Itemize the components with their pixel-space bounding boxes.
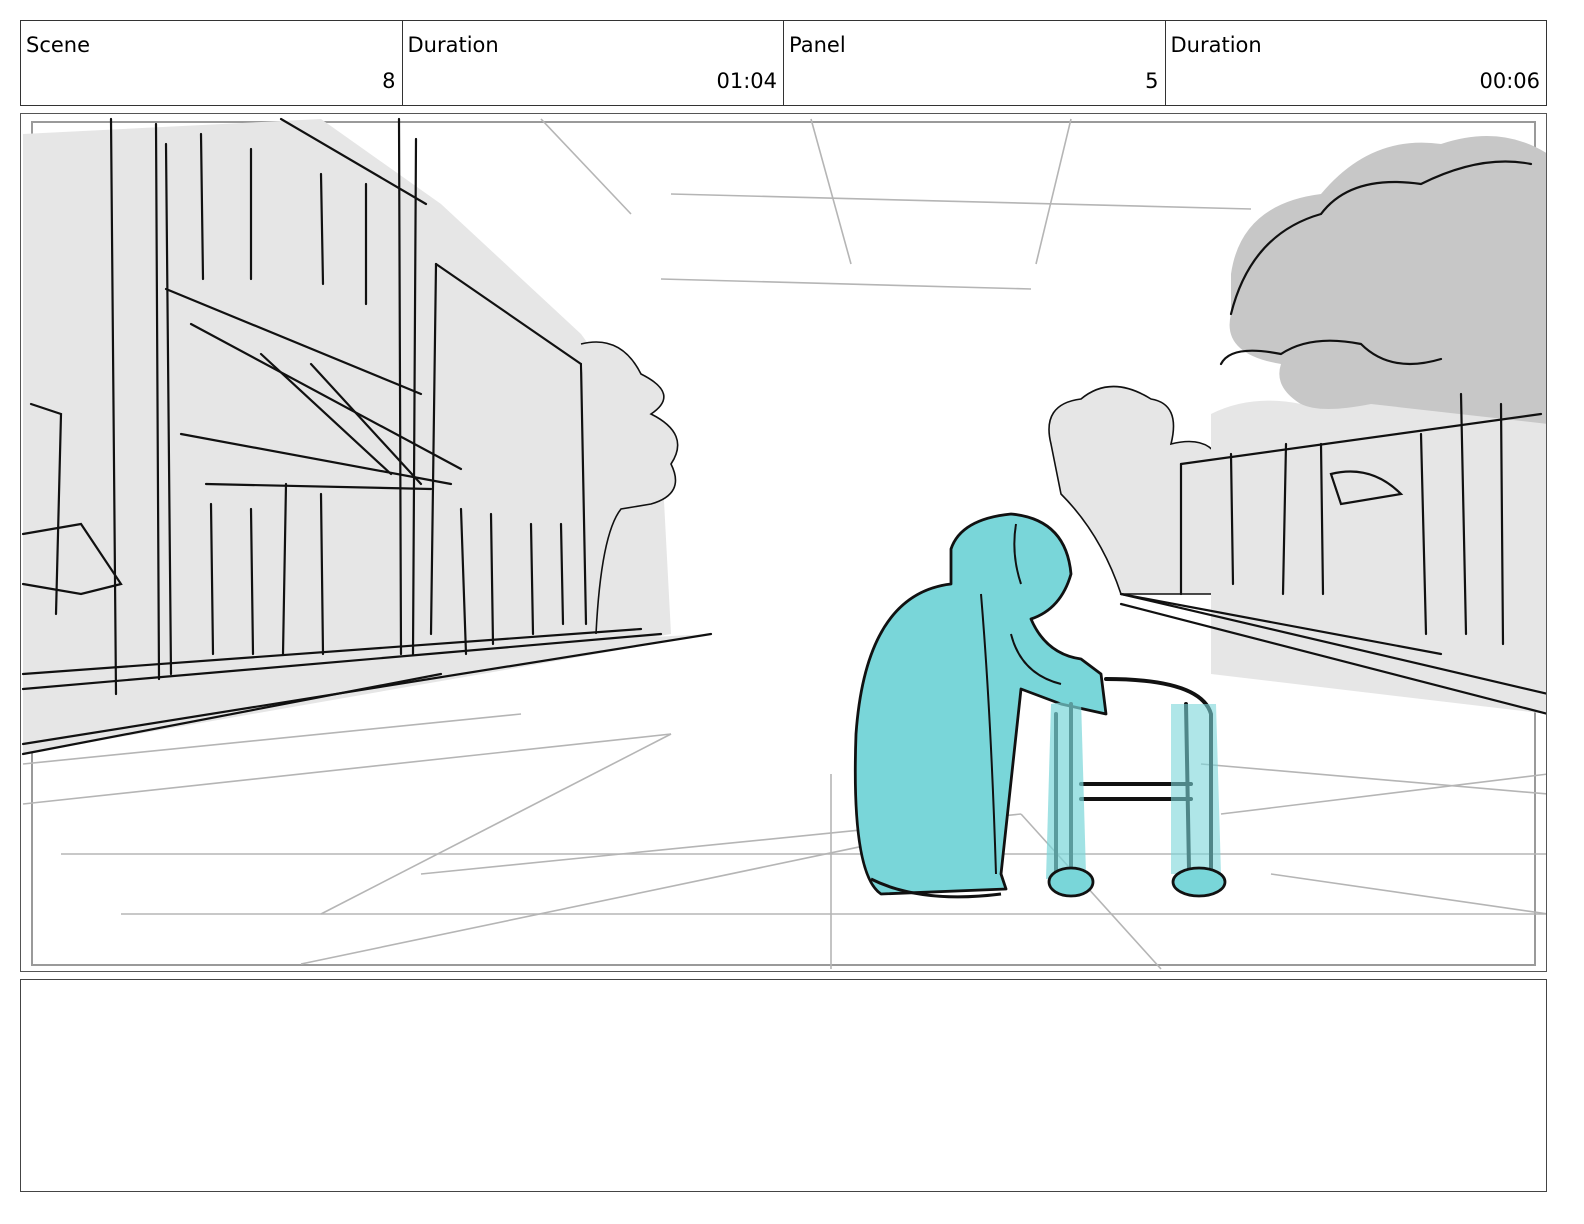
scene-duration-value: 01:04	[716, 69, 777, 93]
scene-duration-label: Duration	[407, 33, 499, 57]
scene-cell: Scene 8	[21, 21, 403, 105]
scene-value: 8	[382, 69, 396, 93]
right-trees	[1048, 136, 1546, 715]
notes-box	[20, 979, 1547, 1192]
panel-duration-label: Duration	[1170, 33, 1262, 57]
panel-label: Panel	[789, 33, 846, 57]
storyboard-panel	[20, 113, 1547, 972]
scene-label: Scene	[26, 33, 91, 57]
panel-info-header: Scene 8 Duration 01:04 Panel 5 Duration …	[20, 20, 1547, 106]
panel-value: 5	[1145, 69, 1159, 93]
panel-cell: Panel 5	[784, 21, 1166, 105]
left-buildings	[21, 117, 713, 756]
scene-duration-cell: Duration 01:04	[403, 21, 784, 105]
panel-duration-value: 00:06	[1479, 69, 1540, 93]
panel-duration-cell: Duration 00:06	[1166, 21, 1547, 105]
street-sketch-illustration	[21, 117, 1546, 970]
